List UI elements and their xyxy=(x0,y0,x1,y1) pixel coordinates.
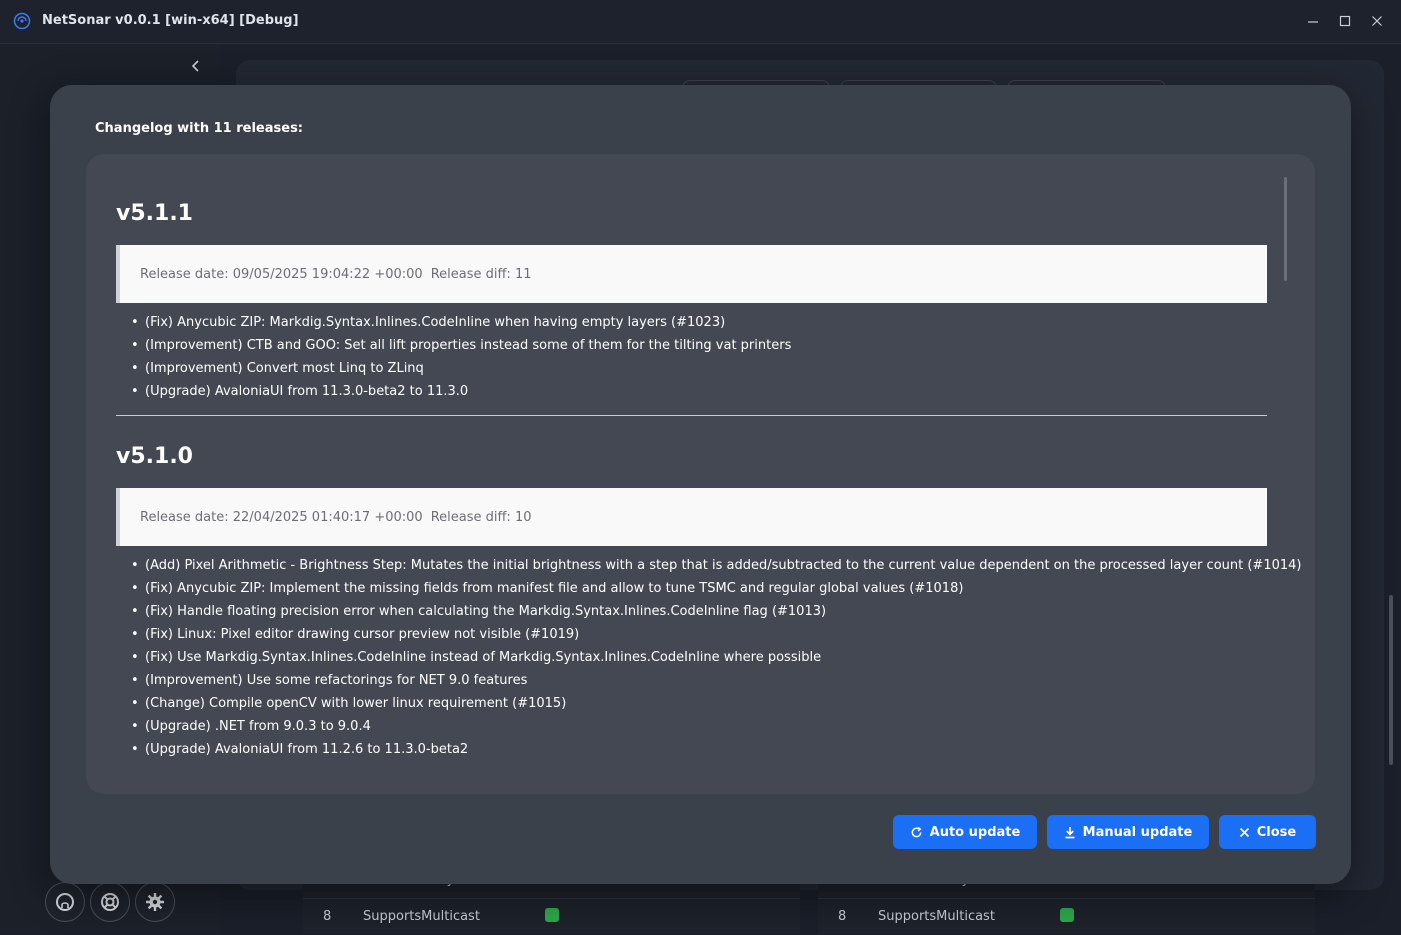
refresh-icon xyxy=(911,826,922,837)
close-icon xyxy=(1239,827,1249,837)
list-item: (Add) Pixel Arithmetic - Brightness Step… xyxy=(116,556,1301,579)
close-button[interactable]: Close xyxy=(1219,815,1316,849)
download-icon xyxy=(1065,826,1075,838)
release-divider xyxy=(116,415,1267,416)
changelog-content: v5.1.1 Release date: 09/05/2025 19:04:22… xyxy=(86,154,1315,794)
list-item: (Fix) Use Markdig.Syntax.Inlines.CodeInl… xyxy=(116,648,1267,671)
manual-update-button[interactable]: Manual update xyxy=(1047,815,1209,849)
window-title: NetSonar v0.0.1 [win-x64] [Debug] xyxy=(42,13,299,28)
manual-update-label: Manual update xyxy=(1082,824,1193,840)
release-version: v5.1.0 xyxy=(116,444,193,469)
table-row: 8 SupportsMulticast xyxy=(303,899,800,935)
checkmark-icon xyxy=(545,908,559,922)
app-logo-icon xyxy=(13,12,31,30)
dialog-title: Changelog with 11 releases: xyxy=(95,121,304,136)
list-item: (Fix) Anycubic ZIP: Markdig.Syntax.Inlin… xyxy=(116,313,1267,336)
row-number: 8 xyxy=(838,909,847,924)
list-item: (Fix) Handle floating precision error wh… xyxy=(116,602,1267,625)
release-diff: Release diff: 10 xyxy=(430,509,532,525)
list-item: (Fix) Linux: Pixel editor drawing cursor… xyxy=(116,625,1267,648)
changelog-scrollbar[interactable] xyxy=(1284,177,1287,281)
github-button[interactable] xyxy=(45,882,85,922)
release-date: Release date: 09/05/2025 19:04:22 +00:00 xyxy=(140,266,423,282)
list-item: (Change) Compile openCV with lower linux… xyxy=(116,694,1267,717)
chevron-left-icon xyxy=(191,60,199,72)
release-section: v5.1.0 Release date: 22/04/2025 01:40:17… xyxy=(116,444,1301,763)
window-close-button[interactable] xyxy=(1366,10,1388,32)
page-scrollbar[interactable] xyxy=(1389,595,1393,765)
changelog-dialog: Changelog with 11 releases: v5.1.1 Relea… xyxy=(50,85,1351,884)
list-item: (Upgrade) AvaloniaUI from 11.3.0-beta2 t… xyxy=(116,382,1267,405)
maximize-button[interactable] xyxy=(1334,10,1356,32)
github-icon xyxy=(56,893,74,911)
release-date: Release date: 22/04/2025 01:40:17 +00:00 xyxy=(140,509,423,525)
checkmark-icon xyxy=(1060,908,1074,922)
settings-button[interactable] xyxy=(135,882,175,922)
close-icon xyxy=(1372,16,1382,26)
release-meta: Release date: 09/05/2025 19:04:22 +00:00… xyxy=(116,245,1267,303)
sidebar-collapse-button[interactable] xyxy=(186,56,206,76)
list-item: (Improvement) CTB and GOO: Set all lift … xyxy=(116,336,1267,359)
lifebuoy-icon xyxy=(101,893,119,911)
table-row: 8 SupportsMulticast xyxy=(818,899,1315,935)
gear-icon xyxy=(146,893,164,911)
list-item: (Improvement) Convert most Linq to ZLinq xyxy=(116,359,1267,382)
list-item: (Fix) Anycubic ZIP: Implement the missin… xyxy=(116,579,1267,602)
row-name: SupportsMulticast xyxy=(878,909,995,924)
list-item: (Upgrade) AvaloniaUI from 11.2.6 to 11.3… xyxy=(116,740,1267,763)
list-item: (Upgrade) .NET from 9.0.3 to 9.0.4 xyxy=(116,717,1267,740)
auto-update-label: Auto update xyxy=(929,824,1021,840)
release-version: v5.1.1 xyxy=(116,201,193,226)
minimize-icon xyxy=(1308,21,1318,23)
title-bar: NetSonar v0.0.1 [win-x64] [Debug] xyxy=(0,0,1401,44)
release-meta: Release date: 22/04/2025 01:40:17 +00:00… xyxy=(116,488,1267,546)
auto-update-button[interactable]: Auto update xyxy=(893,815,1037,849)
help-button[interactable] xyxy=(90,882,130,922)
release-notes: (Add) Pixel Arithmetic - Brightness Step… xyxy=(116,556,1301,763)
release-notes: (Fix) Anycubic ZIP: Markdig.Syntax.Inlin… xyxy=(116,313,1267,405)
release-diff: Release diff: 11 xyxy=(430,266,532,282)
minimize-button[interactable] xyxy=(1302,10,1324,32)
row-number: 8 xyxy=(323,909,332,924)
row-name: SupportsMulticast xyxy=(363,909,480,924)
close-label: Close xyxy=(1256,824,1297,840)
maximize-icon xyxy=(1339,15,1351,27)
list-item: (Improvement) Use some refactorings for … xyxy=(116,671,1267,694)
release-section: v5.1.1 Release date: 09/05/2025 19:04:22… xyxy=(116,201,1267,405)
